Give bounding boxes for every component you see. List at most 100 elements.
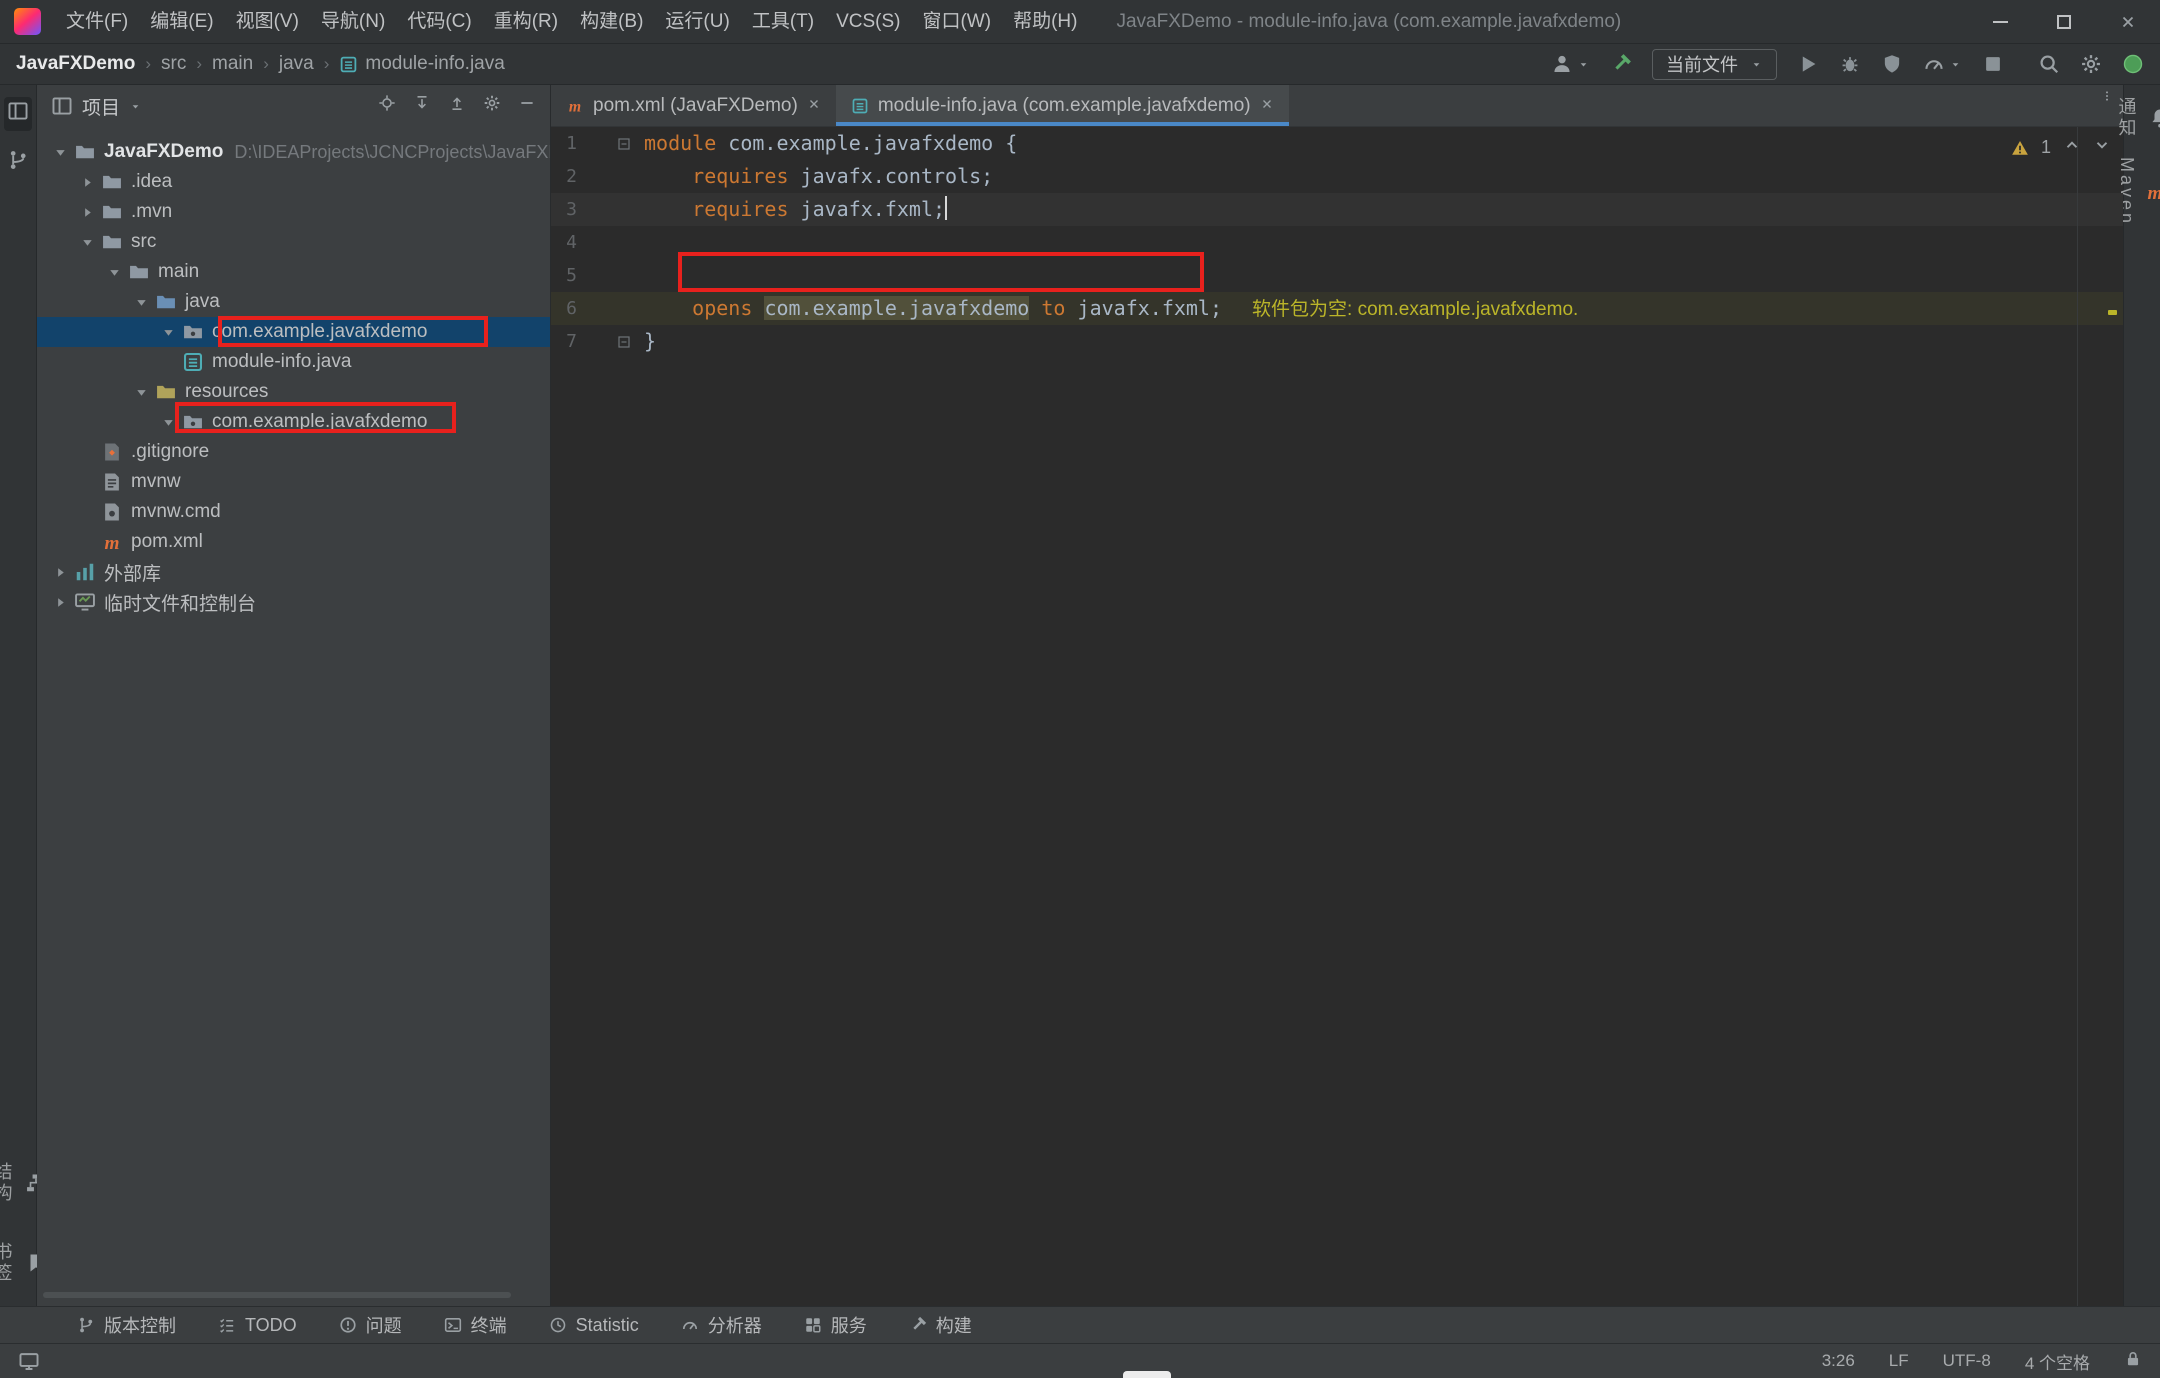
editor-tab[interactable]: module-info.java (com.example.javafxdemo…	[836, 85, 1289, 126]
tree-item[interactable]: src	[37, 227, 550, 257]
tree-item[interactable]: mvnw	[37, 467, 550, 497]
menu-item[interactable]: 重构(R)	[483, 0, 569, 44]
chevron-down-icon[interactable]	[101, 265, 128, 280]
chevron-right-icon[interactable]	[47, 595, 74, 610]
menu-item[interactable]: 文件(F)	[55, 0, 139, 44]
breadcrumb-item[interactable]: main	[212, 53, 253, 75]
status-file-encoding[interactable]: UTF-8	[1943, 1351, 1991, 1371]
tree-item[interactable]: 外部库	[37, 557, 550, 587]
tree-item[interactable]: mvnw.cmd	[37, 497, 550, 527]
warning-stripe-mark[interactable]	[2108, 310, 2117, 315]
tree-item[interactable]: JavaFXDemoD:\IDEAProjects\JCNCProjects\J…	[37, 137, 550, 167]
tree-item[interactable]: .mvn	[37, 197, 550, 227]
monitor-icon[interactable]	[18, 1350, 40, 1372]
tool-window-button[interactable]: 分析器	[660, 1307, 783, 1343]
code-with-me-button[interactable]	[2122, 53, 2144, 75]
tree-item[interactable]: .idea	[37, 167, 550, 197]
fold-marker-icon[interactable]	[577, 325, 644, 358]
menu-item[interactable]: 帮助(H)	[1002, 0, 1088, 44]
chevron-right-icon[interactable]	[74, 175, 101, 190]
chevron-down-icon[interactable]	[155, 415, 182, 430]
select-opened-file-button[interactable]	[378, 94, 396, 118]
code-line[interactable]: 5	[551, 259, 2123, 292]
tab-close-icon[interactable]	[807, 95, 821, 117]
stop-button[interactable]	[1982, 53, 2004, 75]
code-line[interactable]: 1module com.example.javafxdemo {	[551, 127, 2123, 160]
expand-all-button[interactable]	[413, 94, 431, 118]
chevron-down-icon[interactable]	[129, 100, 142, 113]
tree-item[interactable]: mpom.xml	[37, 527, 550, 557]
chevron-right-icon[interactable]	[47, 565, 74, 580]
build-project-button[interactable]	[1610, 53, 1632, 75]
tree-item[interactable]: 临时文件和控制台	[37, 587, 550, 617]
previous-warning-button[interactable]	[2063, 136, 2081, 159]
tool-window-project-button[interactable]	[4, 97, 32, 131]
tree-item[interactable]: main	[37, 257, 550, 287]
hide-panel-button[interactable]	[518, 94, 536, 118]
breadcrumb-item[interactable]: module-info.java	[339, 53, 504, 75]
breadcrumb-item[interactable]: JavaFXDemo	[16, 53, 135, 75]
chevron-down-icon[interactable]	[155, 325, 182, 340]
user-button[interactable]	[1551, 53, 1590, 75]
search-everywhere-button[interactable]	[2038, 53, 2060, 75]
code-line[interactable]: 3 requires javafx.fxml;	[551, 193, 2123, 226]
status-line-separator[interactable]: LF	[1889, 1351, 1909, 1371]
minimize-button[interactable]	[1968, 0, 2032, 44]
code-line[interactable]: 2 requires javafx.controls;	[551, 160, 2123, 193]
debug-button[interactable]	[1839, 53, 1861, 75]
code-editor[interactable]: 1module com.example.javafxdemo {2 requir…	[551, 127, 2123, 1306]
status-indent-style[interactable]: 4 个空格	[2025, 1349, 2090, 1374]
project-tree-scrollbar[interactable]	[43, 1292, 511, 1298]
menu-item[interactable]: VCS(S)	[825, 0, 911, 44]
tree-item[interactable]: com.example.javafxdemo	[37, 407, 550, 437]
chevron-down-icon[interactable]	[128, 295, 155, 310]
tool-window-button[interactable]: 问题	[318, 1307, 423, 1343]
code-line[interactable]: 7}	[551, 325, 2123, 358]
tree-item[interactable]: resources	[37, 377, 550, 407]
fold-marker-icon[interactable]	[577, 127, 644, 160]
panel-settings-button[interactable]	[483, 94, 501, 118]
tree-item[interactable]: module-info.java	[37, 347, 550, 377]
close-button[interactable]	[2096, 0, 2160, 44]
tab-close-icon[interactable]	[1260, 95, 1274, 117]
readonly-lock-button[interactable]	[2124, 1350, 2142, 1373]
code-line[interactable]: 6 opens com.example.javafxdemo to javafx…	[551, 292, 2123, 325]
inspections-widget[interactable]: 1	[2011, 136, 2111, 159]
collapse-all-button[interactable]	[448, 94, 466, 118]
chevron-down-icon[interactable]	[128, 385, 155, 400]
code-line[interactable]: 4	[551, 226, 2123, 259]
menu-item[interactable]: 导航(N)	[310, 0, 396, 44]
status-caret-position[interactable]: 3:26	[1822, 1351, 1855, 1371]
tree-item[interactable]: .gitignore	[37, 437, 550, 467]
run-button[interactable]	[1797, 53, 1819, 75]
profiler-button[interactable]	[1923, 53, 1962, 75]
chevron-down-icon[interactable]	[47, 145, 74, 160]
menu-item[interactable]: 编辑(E)	[139, 0, 224, 44]
tool-window-button[interactable]: 版本控制	[56, 1307, 197, 1343]
menu-item[interactable]: 视图(V)	[225, 0, 310, 44]
editor-tab[interactable]: mpom.xml (JavaFXDemo)	[551, 85, 836, 126]
next-warning-button[interactable]	[2093, 136, 2111, 159]
tool-window-button[interactable]: 构建	[888, 1307, 993, 1343]
menu-item[interactable]: 运行(U)	[654, 0, 740, 44]
project-panel-title[interactable]: 项目	[82, 93, 120, 120]
menu-item[interactable]: 窗口(W)	[911, 0, 1002, 44]
tree-item[interactable]: com.example.javafxdemo	[37, 317, 550, 347]
breadcrumb-item[interactable]: java	[279, 53, 314, 75]
tool-window-button[interactable]: 终端	[423, 1307, 528, 1343]
maximize-button[interactable]	[2032, 0, 2096, 44]
chevron-down-icon[interactable]	[74, 235, 101, 250]
coverage-button[interactable]	[1881, 53, 1903, 75]
chevron-right-icon[interactable]	[74, 205, 101, 220]
tool-window-button[interactable]: TODO	[197, 1307, 318, 1343]
tool-window-button[interactable]: Statistic	[528, 1307, 660, 1343]
settings-button[interactable]	[2080, 53, 2102, 75]
menu-item[interactable]: 代码(C)	[396, 0, 482, 44]
tree-item[interactable]: java	[37, 287, 550, 317]
run-config-selector[interactable]: 当前文件	[1652, 49, 1777, 80]
tool-window-commit-button[interactable]	[7, 149, 29, 177]
tool-window-button[interactable]: 服务	[783, 1307, 888, 1343]
menu-item[interactable]: 工具(T)	[741, 0, 825, 44]
breadcrumb-item[interactable]: src	[161, 53, 186, 75]
menu-item[interactable]: 构建(B)	[569, 0, 654, 44]
